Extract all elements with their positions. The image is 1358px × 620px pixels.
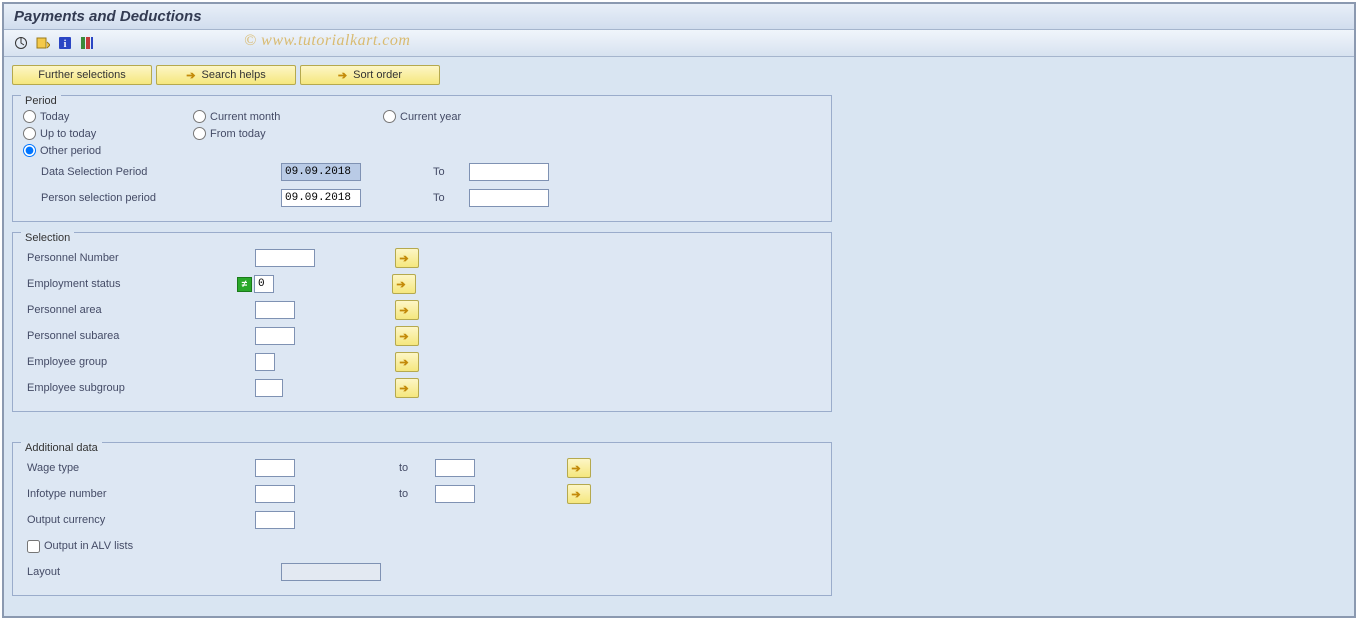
person-selection-to-input[interactable] [469,189,549,207]
period-groupbox: Period Today Current month Current year … [12,95,832,222]
multi-selection-button[interactable]: ➔ [567,458,591,478]
output-alv-checkbox[interactable]: Output in ALV lists [23,540,133,553]
toolbar: i © www.tutorialkart.com [4,30,1354,57]
infotype-number-label: Infotype number [23,488,255,500]
personnel-number-label: Personnel Number [23,252,255,264]
page-title: Payments and Deductions [4,4,1354,30]
additional-data-title: Additional data [21,442,102,454]
employee-subgroup-input[interactable] [255,379,283,397]
arrow-right-icon: ➔ [399,252,408,265]
radio-current-year[interactable]: Current year [383,110,563,123]
infotype-from-input[interactable] [255,485,295,503]
output-currency-input[interactable] [255,511,295,529]
personnel-subarea-input[interactable] [255,327,295,345]
personnel-area-label: Personnel area [23,304,255,316]
arrow-right-icon: ➔ [571,488,580,501]
multi-selection-button[interactable]: ➔ [567,484,591,504]
to-label-lc: to [395,462,435,474]
watermark: © www.tutorialkart.com [244,32,410,50]
period-title: Period [21,95,61,107]
search-helps-button[interactable]: ➔ Search helps [156,65,296,85]
person-selection-from-input[interactable] [281,189,361,207]
data-selection-from-input[interactable] [281,163,361,181]
radio-current-month[interactable]: Current month [193,110,383,123]
radio-other-period[interactable]: Other period [23,144,193,157]
info-icon[interactable]: i [56,34,74,52]
to-label: To [429,166,469,178]
org-structure-icon[interactable] [78,34,96,52]
arrow-right-icon: ➔ [338,69,347,82]
multi-selection-button[interactable]: ➔ [395,326,419,346]
arrow-right-icon: ➔ [396,278,405,291]
multi-selection-button[interactable]: ➔ [395,352,419,372]
sort-order-button[interactable]: ➔ Sort order [300,65,440,85]
arrow-right-icon: ➔ [571,462,580,475]
data-selection-to-input[interactable] [469,163,549,181]
arrow-right-icon: ➔ [399,304,408,317]
personnel-subarea-label: Personnel subarea [23,330,255,342]
employment-status-input[interactable] [254,275,274,293]
wage-type-to-input[interactable] [435,459,475,477]
employee-group-label: Employee group [23,356,255,368]
employment-status-label: Employment status [23,278,237,290]
multi-selection-button[interactable]: ➔ [395,378,419,398]
multi-selection-button[interactable]: ➔ [395,248,419,268]
selection-title: Selection [21,232,74,244]
selection-button-row: Further selections ➔ Search helps ➔ Sort… [4,57,1354,91]
output-currency-label: Output currency [23,514,255,526]
personnel-number-input[interactable] [255,249,315,267]
svg-text:i: i [64,39,67,50]
employee-group-input[interactable] [255,353,275,371]
multi-selection-button[interactable]: ➔ [395,300,419,320]
arrow-right-icon: ➔ [399,330,408,343]
layout-label: Layout [23,566,281,578]
employee-subgroup-label: Employee subgroup [23,382,255,394]
person-selection-period-label: Person selection period [23,192,281,204]
wage-type-from-input[interactable] [255,459,295,477]
arrow-right-icon: ➔ [399,356,408,369]
arrow-right-icon: ➔ [399,382,408,395]
multi-selection-button[interactable]: ➔ [392,274,416,294]
app-frame: Payments and Deductions i © www.tutorial… [2,2,1356,618]
infotype-to-input[interactable] [435,485,475,503]
not-equal-icon[interactable]: ≠ [237,277,252,292]
layout-input[interactable] [281,563,381,581]
radio-from-today[interactable]: From today [193,127,383,140]
arrow-right-icon: ➔ [186,69,195,82]
data-selection-period-label: Data Selection Period [23,166,281,178]
wage-type-label: Wage type [23,462,255,474]
additional-data-groupbox: Additional data Wage type to ➔ Infotype … [12,442,832,596]
selection-groupbox: Selection Personnel Number ➔ Employment … [12,232,832,412]
to-label-lc: to [395,488,435,500]
execute-icon[interactable] [12,34,30,52]
further-selections-button[interactable]: Further selections [12,65,152,85]
get-variant-icon[interactable] [34,34,52,52]
radio-today[interactable]: Today [23,110,193,123]
personnel-area-input[interactable] [255,301,295,319]
to-label: To [429,192,469,204]
radio-up-to-today[interactable]: Up to today [23,127,193,140]
